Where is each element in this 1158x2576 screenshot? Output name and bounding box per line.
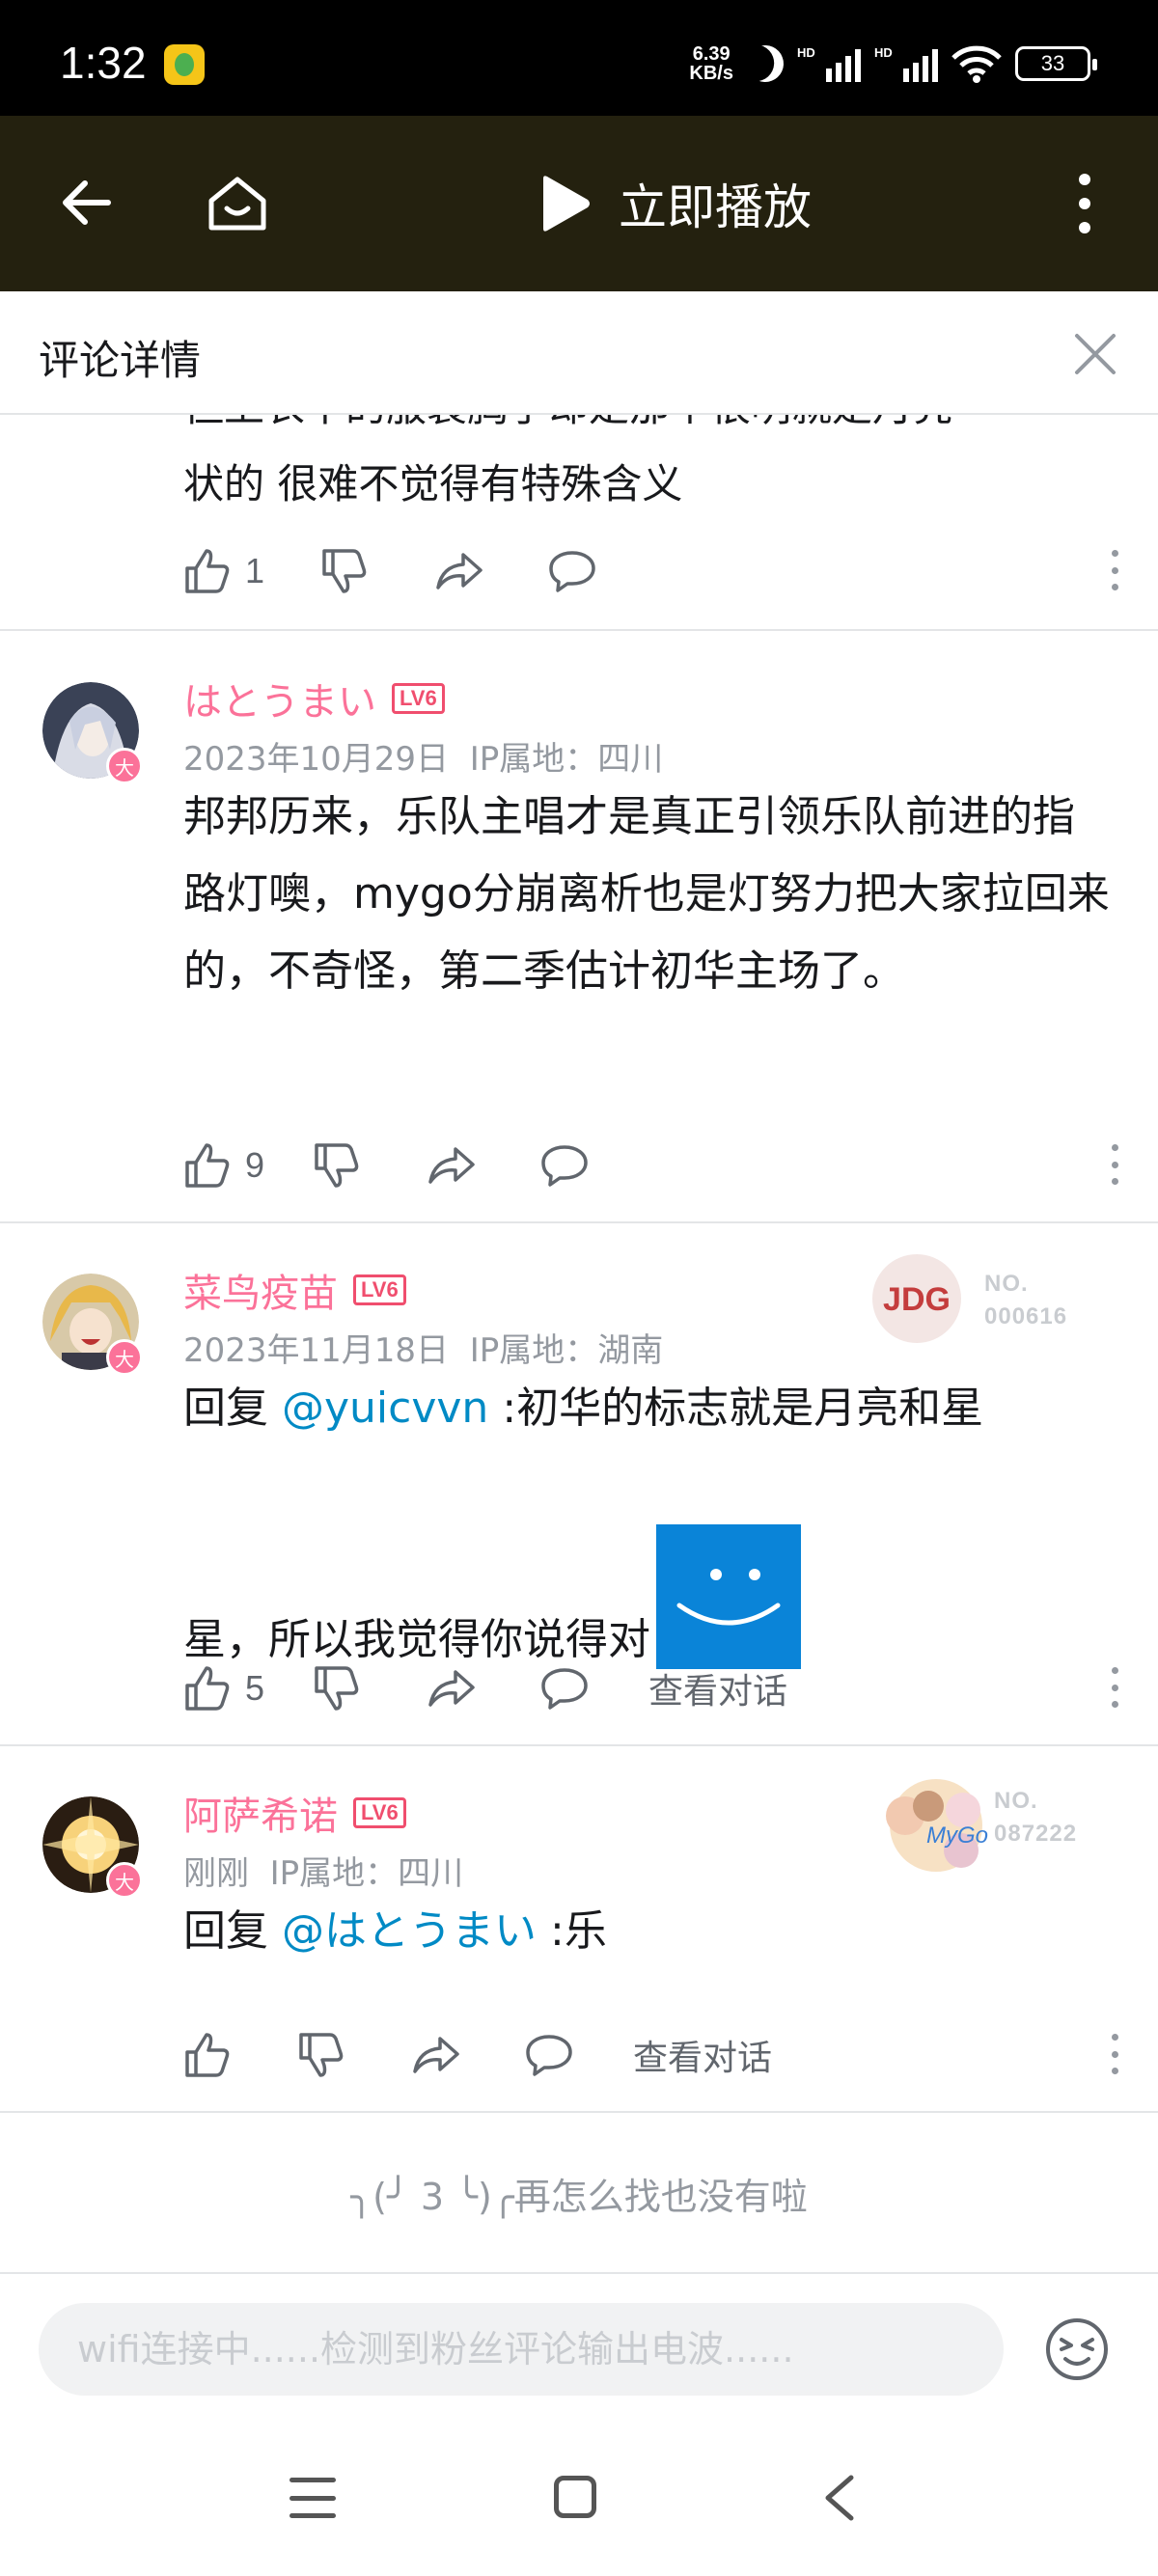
comment-item: 大 菜鸟疫苗 LV6 2023年11月18日 IP属地：湖南 JDG NO. 0…: [0, 1254, 1158, 1669]
share-icon[interactable]: [434, 547, 482, 595]
comment-meta: 刚刚 IP属地：四川: [183, 1854, 464, 1893]
level-badge: LV6: [353, 1797, 406, 1828]
home-square-icon[interactable]: [554, 2476, 596, 2518]
view-conversation-link[interactable]: 查看对话: [648, 1663, 787, 1713]
like-count: 9: [245, 1145, 265, 1185]
play-now-label: 立即播放: [619, 179, 812, 235]
more-vertical-icon[interactable]: [1112, 1144, 1119, 1185]
comment-text: 邦邦历来，乐队主唱才是真正引领乐队前进的指路灯噢，mygo分崩离析也是灯努力把大…: [183, 792, 1110, 996]
thumbs-down-icon[interactable]: [320, 547, 369, 595]
close-icon[interactable]: [1071, 330, 1119, 378]
more-vertical-icon[interactable]: [1079, 174, 1090, 233]
avatar[interactable]: 大: [42, 1274, 143, 1376]
signal-icon: HD: [874, 45, 938, 82]
comment-actions: 9: [183, 1137, 1118, 1194]
reply-icon[interactable]: [548, 547, 596, 595]
emoji-face-icon[interactable]: [1044, 2316, 1110, 2382]
share-icon[interactable]: [427, 1664, 475, 1713]
divider: [0, 1744, 1158, 1746]
thumbs-up-icon[interactable]: [183, 2031, 232, 2079]
divider: [0, 629, 1158, 631]
comment-input[interactable]: [39, 2303, 1004, 2396]
top-app-bar: 立即播放: [0, 116, 1158, 291]
avatar[interactable]: 大: [42, 1796, 143, 1899]
mention-link[interactable]: @yuicvvn: [282, 1384, 488, 1433]
vip-badge: 大: [106, 1339, 143, 1376]
signal-icon: HD: [797, 45, 861, 82]
vip-badge: 大: [106, 748, 143, 784]
battery-icon: 33: [1015, 46, 1097, 81]
fan-medal-icon: MyGo: [886, 1779, 988, 1872]
svg-text:MyGo: MyGo: [926, 1822, 988, 1849]
reply-icon[interactable]: [540, 1141, 589, 1190]
more-vertical-icon[interactable]: [1112, 1667, 1119, 1708]
vip-badge: 大: [106, 1862, 143, 1899]
comment-meta: 2023年10月29日 IP属地：四川: [183, 740, 664, 779]
mention-link[interactable]: @はとうまい: [282, 1906, 537, 1956]
comment-detail-header: 评论详情: [0, 291, 1158, 415]
comment-text: 回复 @yuicvvn :初华的标志就是月亮和星 星，所以我觉得你说得对: [183, 1370, 1110, 1669]
play-now-button[interactable]: 立即播放: [536, 169, 812, 238]
end-of-list-tip: ╮(╯ 3 ╰)╭再怎么找也没有啦: [350, 2176, 808, 2218]
share-icon[interactable]: [427, 1141, 475, 1190]
username[interactable]: はとうまい LV6: [183, 671, 445, 726]
svg-text:JDG: JDG: [883, 1281, 951, 1318]
username[interactable]: 菜鸟疫苗 LV6: [183, 1262, 406, 1318]
fan-medal: MyGo NO. 087222: [868, 1768, 1081, 1874]
comment-input-bar: [0, 2272, 1158, 2422]
share-icon[interactable]: [411, 2031, 459, 2079]
home-icon[interactable]: [206, 172, 269, 235]
comment-item: 大 阿萨希诺 LV6 刚刚 IP属地：四川 MyGo NO. 087222 回复…: [0, 1779, 1158, 1978]
comment-actions: 1: [183, 542, 1118, 600]
fan-medal-icon: JDG: [872, 1254, 961, 1343]
arrow-left-icon[interactable]: [58, 174, 116, 232]
thumbs-down-icon[interactable]: [297, 2031, 345, 2079]
net-speed: 6.39 KB/s: [689, 43, 733, 84]
more-vertical-icon[interactable]: [1112, 2034, 1119, 2074]
play-icon: [543, 176, 590, 232]
comment-actions: 查看对话: [183, 2026, 1118, 2084]
fan-medal: JDG NO. 000616: [868, 1250, 1081, 1357]
chevron-left-icon[interactable]: [820, 2474, 859, 2522]
comment-meta: 2023年11月18日 IP属地：湖南: [183, 1331, 664, 1370]
thumbs-up-icon[interactable]: [183, 547, 232, 595]
status-bar: 1:32 6.39 KB/s HD HD 33: [0, 0, 1158, 116]
smile-face-emoji: [656, 1524, 801, 1669]
more-vertical-icon[interactable]: [1112, 550, 1119, 590]
clock: 1:32: [60, 38, 147, 88]
avatar[interactable]: 大: [42, 682, 143, 784]
comment-text: 回复 @はとうまい :乐: [183, 1906, 607, 1956]
system-navigation-bar: [0, 2422, 1158, 2576]
comment-actions: 5 查看对话: [183, 1659, 1118, 1717]
level-badge: LV6: [353, 1274, 406, 1305]
like-count: 1: [245, 551, 265, 590]
reply-icon[interactable]: [540, 1664, 589, 1713]
comment-text-partial: 但上衣中的服装胸手却是那个很明就是月亮 状的 很难不觉得有特殊含义: [183, 415, 953, 507]
wifi-icon: [951, 44, 1002, 83]
panel-title: 评论详情: [39, 337, 202, 384]
recent-apps-icon[interactable]: [290, 2478, 336, 2518]
username[interactable]: 阿萨希诺 LV6: [183, 1785, 406, 1841]
thumbs-up-icon[interactable]: [183, 1664, 232, 1713]
thumbs-up-icon[interactable]: [183, 1141, 232, 1190]
comment-list[interactable]: 但上衣中的服装胸手却是那个很明就是月亮 状的 很难不觉得有特殊含义 1 大: [0, 415, 1158, 2277]
divider: [0, 2111, 1158, 2113]
like-count: 5: [245, 1668, 265, 1708]
thumbs-down-icon[interactable]: [313, 1141, 361, 1190]
comment-item: 大 はとうまい LV6 2023年10月29日 IP属地：四川 邦邦历来，乐队主…: [0, 671, 1158, 1003]
divider: [0, 1221, 1158, 1223]
moon-icon: [742, 41, 789, 88]
view-conversation-link[interactable]: 查看对话: [633, 2030, 772, 2080]
reply-icon[interactable]: [525, 2031, 573, 2079]
level-badge: LV6: [392, 683, 445, 714]
app-notification-icon: [164, 44, 205, 85]
thumbs-down-icon[interactable]: [313, 1664, 361, 1713]
